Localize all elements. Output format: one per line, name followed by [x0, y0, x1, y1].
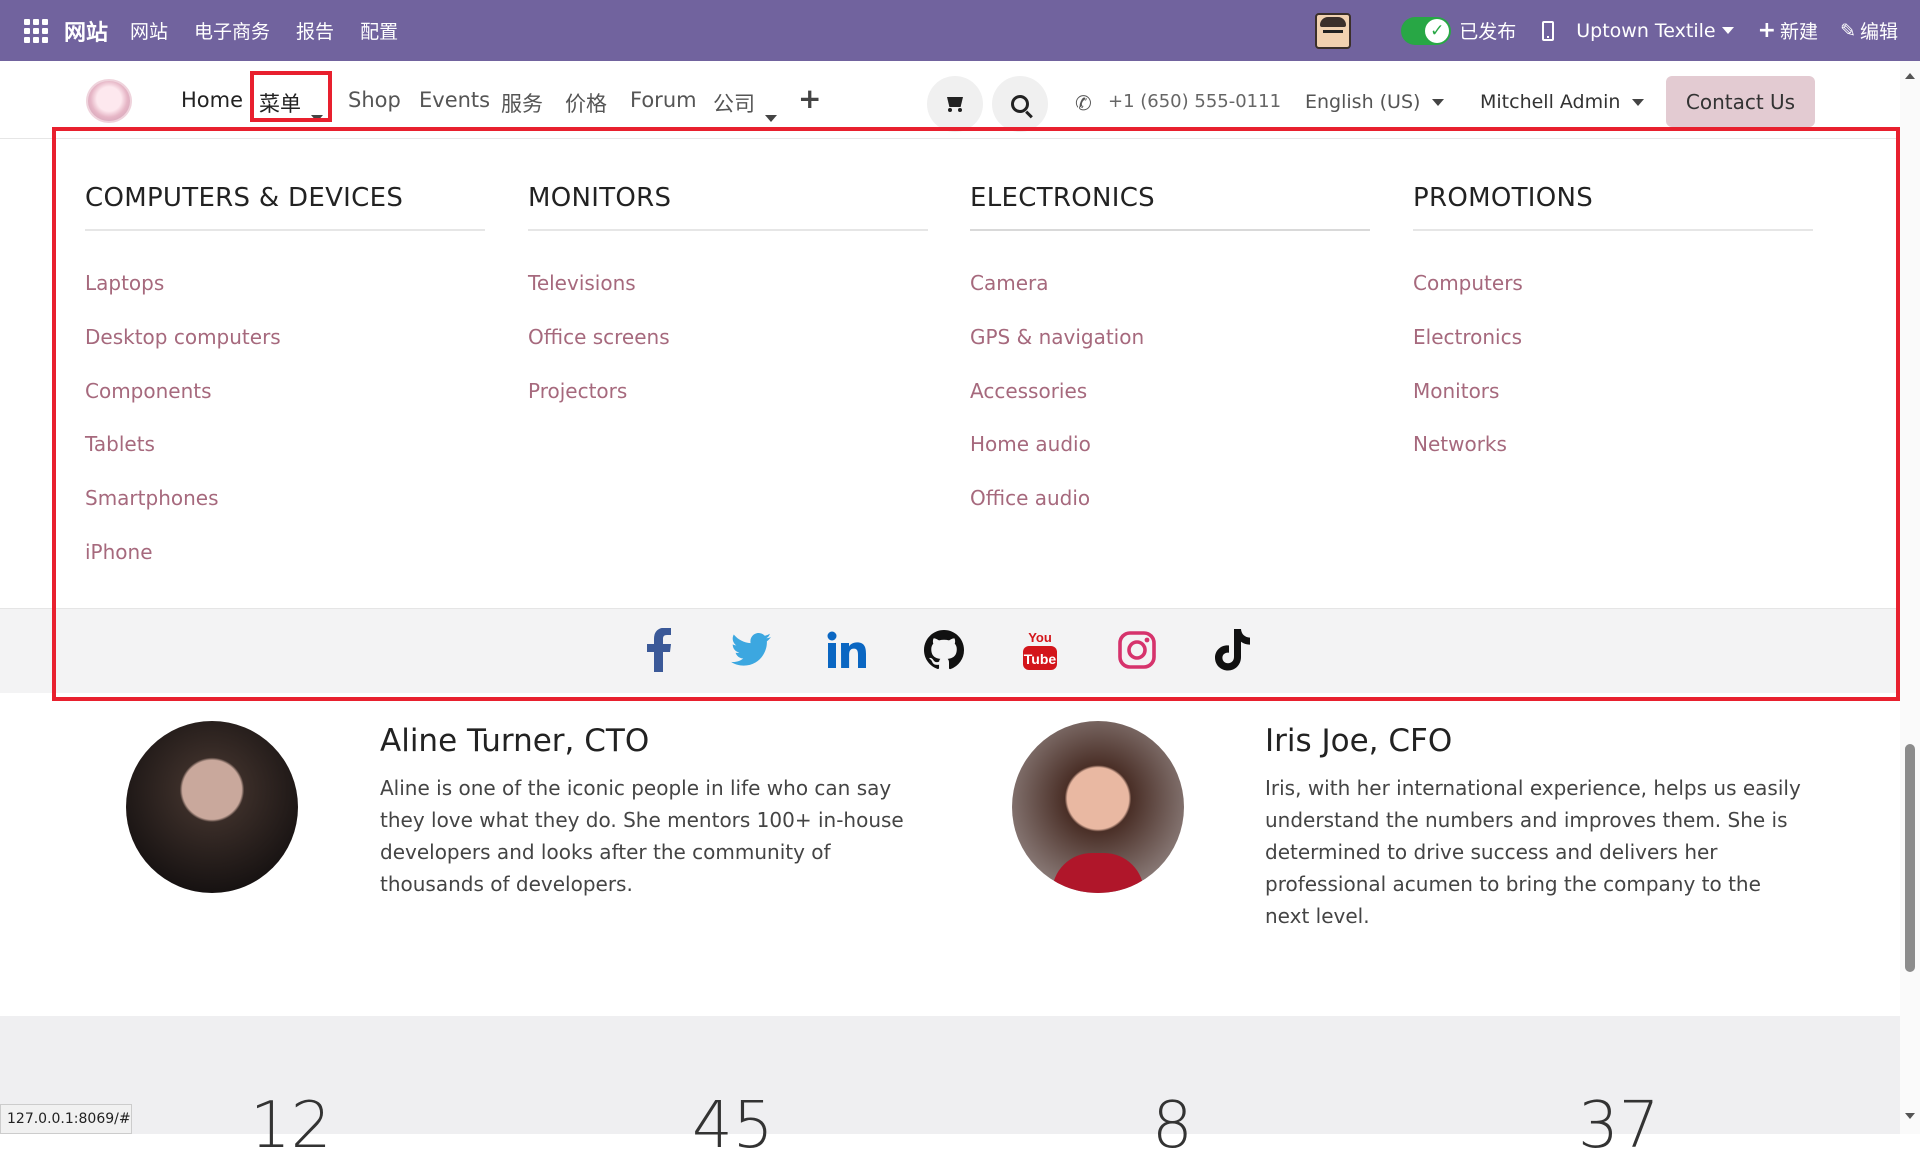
- edit-button-label: 编辑: [1859, 21, 1898, 43]
- caret-down-icon: [1432, 98, 1445, 106]
- admin-brand[interactable]: 网站: [64, 15, 108, 47]
- menu-highlight-box: [250, 71, 332, 122]
- published-label: 已发布: [1459, 21, 1517, 43]
- user-menu[interactable]: Mitchell Admin: [1480, 91, 1645, 113]
- team-name: Aline Turner, CTO: [380, 723, 650, 759]
- scroll-down-icon[interactable]: [1905, 1113, 1915, 1119]
- nav-item-pricing[interactable]: 价格: [565, 88, 607, 118]
- admin-bar: 网站 网站 电子商务 报告 配置 ✓ 已发布 Uptown Textile + …: [0, 0, 1920, 61]
- team-bio: Aline is one of the iconic people in lif…: [380, 776, 904, 896]
- nav-item-shop[interactable]: Shop: [348, 88, 401, 112]
- admin-menu-ecommerce[interactable]: 电子商务: [194, 17, 270, 44]
- admin-menu-website[interactable]: 网站: [130, 17, 168, 44]
- page-scrollbar[interactable]: [1900, 61, 1920, 1134]
- new-button-label: 新建: [1780, 21, 1819, 43]
- admin-menu-config[interactable]: 配置: [360, 17, 398, 44]
- search-button[interactable]: [992, 76, 1048, 132]
- nav-item-company[interactable]: 公司: [713, 88, 777, 122]
- apps-grid-icon[interactable]: [24, 18, 48, 43]
- mega-menu-highlight-box: [52, 127, 1900, 701]
- bot-avatar-icon[interactable]: [1315, 12, 1352, 49]
- edit-button[interactable]: ✎ 编辑: [1840, 17, 1898, 44]
- stat-number: 37: [1578, 1089, 1660, 1163]
- nav-item-company-label: 公司: [713, 92, 755, 116]
- search-icon: [1011, 95, 1029, 113]
- publish-toggle[interactable]: ✓: [1401, 16, 1452, 45]
- plus-icon: +: [1757, 18, 1777, 43]
- nav-item-home[interactable]: Home: [181, 88, 243, 112]
- nav-item-events[interactable]: Events: [419, 88, 490, 112]
- team-bio: Iris, with her international experience,…: [1265, 776, 1801, 928]
- team-section: Aline Turner, CTO Aline is one of the ic…: [0, 690, 1900, 1015]
- stat-number: 8: [1152, 1089, 1193, 1163]
- admin-menu-reports[interactable]: 报告: [296, 17, 334, 44]
- cart-icon: [945, 97, 965, 112]
- team-photo-aline: [126, 721, 298, 893]
- stat-number: 45: [692, 1089, 774, 1163]
- scroll-up-icon[interactable]: [1905, 73, 1915, 79]
- add-menu-plus-icon[interactable]: +: [798, 82, 821, 115]
- phone-icon: ✆: [1075, 91, 1092, 115]
- new-button[interactable]: + 新建: [1758, 17, 1818, 44]
- team-name: Iris Joe, CFO: [1265, 723, 1453, 759]
- pencil-icon: ✎: [1840, 19, 1856, 42]
- status-url: 127.0.0.1:8069/#: [0, 1104, 132, 1134]
- admin-bar-right: ✓ 已发布 Uptown Textile + 新建 ✎ 编辑: [1315, 0, 1898, 61]
- caret-down-icon: [765, 115, 777, 122]
- team-photo-iris: [1012, 721, 1184, 893]
- caret-down-icon: [1721, 27, 1734, 34]
- scrollbar-thumb[interactable]: [1905, 744, 1915, 972]
- caret-down-icon: [1632, 98, 1645, 106]
- cart-button[interactable]: [927, 76, 983, 132]
- contact-us-button[interactable]: Contact Us: [1666, 76, 1815, 127]
- website-selector-label: Uptown Textile: [1576, 19, 1716, 42]
- language-selector[interactable]: English (US): [1305, 91, 1445, 113]
- mobile-preview-icon[interactable]: [1542, 20, 1555, 41]
- website-selector[interactable]: Uptown Textile: [1576, 19, 1734, 42]
- nav-item-forum[interactable]: Forum: [630, 88, 697, 112]
- language-label: English (US): [1305, 91, 1421, 113]
- phone-number[interactable]: +1 (650) 555-0111: [1108, 91, 1281, 112]
- user-name: Mitchell Admin: [1480, 91, 1621, 113]
- nav-item-services[interactable]: 服务: [501, 88, 543, 118]
- check-icon: ✓: [1425, 18, 1450, 43]
- stats-section: 12 45 8 37: [0, 1016, 1900, 1158]
- stat-number: 12: [250, 1089, 332, 1163]
